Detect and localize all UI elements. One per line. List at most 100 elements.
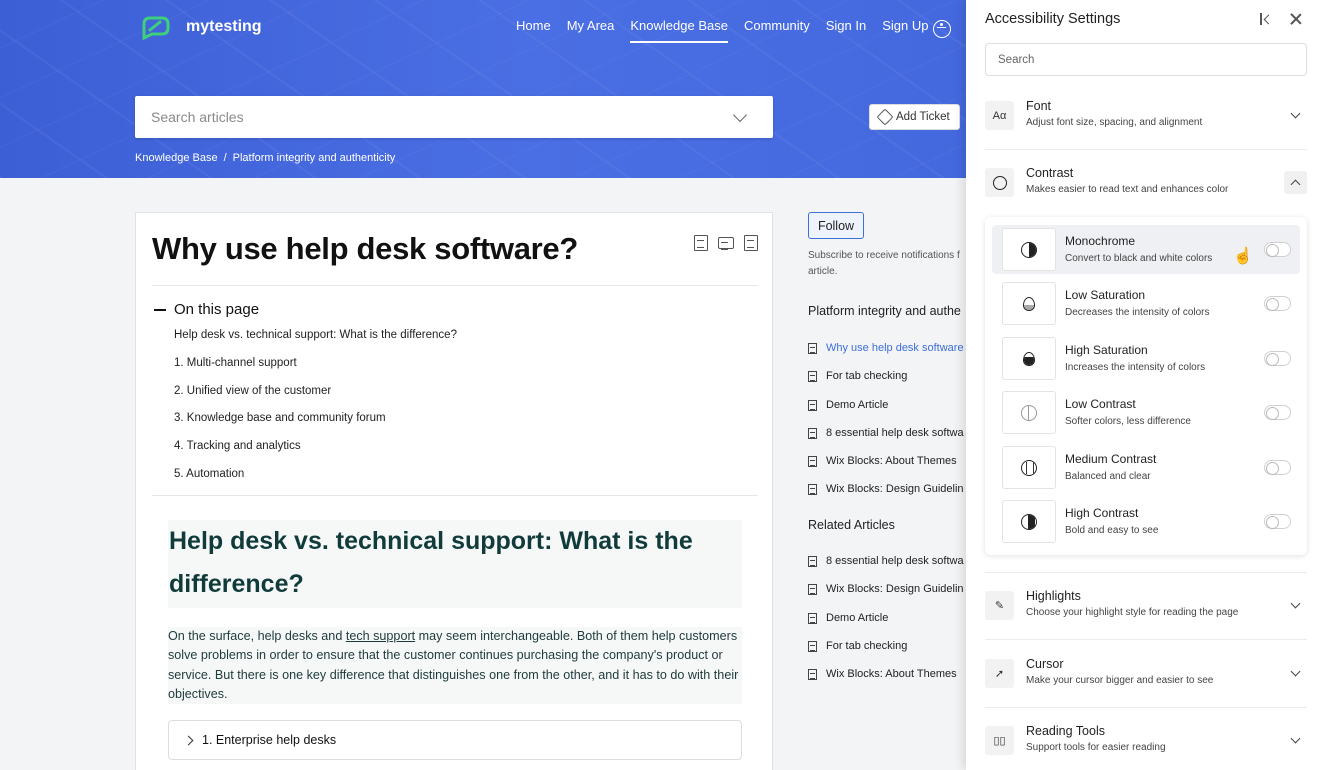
- breadcrumb-knowledge-base[interactable]: Knowledge Base: [135, 152, 218, 164]
- site-logo[interactable]: mytesting: [138, 10, 262, 44]
- category-article-item[interactable]: Why use help desk software: [808, 342, 964, 370]
- font-section[interactable]: Aα Font Adjust font size, spacing, and a…: [985, 99, 1307, 133]
- related-article-item[interactable]: Demo Article: [808, 612, 964, 640]
- print-icon[interactable]: [718, 237, 734, 250]
- document-icon: [808, 371, 817, 383]
- breadcrumb-category[interactable]: Platform integrity and authenticity: [233, 152, 396, 164]
- reading-tools-section[interactable]: ▯▯ Reading Tools Support tools for easie…: [985, 724, 1307, 758]
- collapse-icon: [154, 308, 166, 311]
- toc-heading: On this page: [174, 301, 260, 318]
- accessibility-icon[interactable]: [933, 20, 951, 38]
- section-heading: Help desk vs. technical support: What is…: [169, 527, 693, 598]
- section-title: Font: [1026, 99, 1052, 113]
- main-nav: Home My Area Knowledge Base Community Si…: [516, 18, 944, 43]
- nav-home[interactable]: Home: [516, 18, 551, 43]
- accordion-enterprise-help-desks[interactable]: 1. Enterprise help desks: [168, 720, 742, 760]
- nav-sign-up[interactable]: Sign Up: [882, 18, 928, 43]
- article-link: Why use help desk software: [826, 342, 964, 354]
- related-heading: Related Articles: [808, 518, 895, 532]
- pdf-export-icon[interactable]: [694, 235, 708, 251]
- cursor-section[interactable]: ➚ Cursor Make your cursor bigger and eas…: [985, 657, 1307, 691]
- toc-item[interactable]: 1. Multi-channel support: [174, 357, 457, 385]
- highlights-section[interactable]: ✎ Highlights Choose your highlight style…: [985, 589, 1307, 623]
- document-icon: [808, 343, 817, 354]
- search-input[interactable]: [151, 109, 735, 125]
- toc-item[interactable]: 4. Tracking and analytics: [174, 440, 457, 468]
- related-article-item[interactable]: Wix Blocks: About Themes: [808, 668, 964, 696]
- nav-sign-in[interactable]: Sign In: [826, 18, 866, 43]
- circle-icon: [1021, 459, 1037, 476]
- category-article-item[interactable]: Demo Article: [808, 399, 964, 427]
- toc-item[interactable]: 5. Automation: [174, 468, 457, 496]
- collapse-panel-icon[interactable]: [1260, 12, 1274, 26]
- option-title: Low Saturation: [1065, 288, 1146, 302]
- circle-icon: [1021, 513, 1037, 530]
- document-icon: [808, 556, 817, 567]
- option-low-saturation[interactable]: Low Saturation Decreases the intensity o…: [992, 279, 1300, 328]
- chevron-down-icon[interactable]: [732, 107, 748, 122]
- category-article-item[interactable]: For tab checking: [808, 370, 964, 398]
- option-high-contrast[interactable]: High Contrast Bold and easy to see: [992, 497, 1300, 546]
- nav-my-area[interactable]: My Area: [567, 18, 615, 43]
- category-article-item[interactable]: Wix Blocks: About Themes: [808, 455, 964, 483]
- tech-support-link[interactable]: tech support: [346, 629, 415, 643]
- toc-item[interactable]: 2. Unified view of the customer: [174, 385, 457, 413]
- toc-item[interactable]: Help desk vs. technical support: What is…: [174, 329, 457, 357]
- breadcrumb-separator: /: [223, 152, 227, 164]
- chevron-down-icon[interactable]: [1290, 108, 1301, 119]
- monochrome-toggle[interactable]: [1264, 242, 1291, 257]
- document-icon: [808, 399, 817, 411]
- document-icon[interactable]: [744, 235, 758, 251]
- option-desc: Balanced and clear: [1065, 471, 1151, 482]
- toc-item[interactable]: 3. Knowledge base and community forum: [174, 412, 457, 440]
- nav-knowledge-base[interactable]: Knowledge Base: [630, 18, 728, 43]
- low-contrast-toggle[interactable]: [1264, 405, 1291, 420]
- cursor-icon: ➚: [985, 659, 1014, 688]
- section-desc: Adjust font size, spacing, and alignment: [1026, 117, 1203, 128]
- option-monochrome[interactable]: Monochrome Convert to black and white co…: [992, 225, 1300, 274]
- category-article-item[interactable]: 8 essential help desk softwa: [808, 427, 964, 455]
- nav-community[interactable]: Community: [744, 18, 810, 43]
- add-ticket-button[interactable]: Add Ticket: [869, 104, 960, 130]
- related-article-item[interactable]: 8 essential help desk softwa: [808, 555, 964, 583]
- high-saturation-toggle[interactable]: [1264, 351, 1291, 366]
- document-icon: [808, 484, 817, 496]
- chevron-down-icon[interactable]: [1290, 733, 1301, 744]
- section-heading-block: Help desk vs. technical support: What is…: [168, 520, 742, 608]
- chevron-down-icon[interactable]: [1290, 666, 1301, 677]
- chevron-down-icon[interactable]: [1290, 598, 1301, 609]
- medium-contrast-toggle[interactable]: [1264, 460, 1291, 475]
- option-low-contrast[interactable]: Low Contrast Softer colors, less differe…: [992, 388, 1300, 437]
- section-title: Highlights: [1026, 589, 1081, 603]
- follow-button[interactable]: Follow: [808, 212, 864, 239]
- close-icon[interactable]: [1288, 11, 1304, 27]
- high-contrast-toggle[interactable]: [1264, 514, 1291, 529]
- logo-text: mytesting: [186, 18, 262, 35]
- contrast-options: Monochrome Convert to black and white co…: [985, 217, 1307, 555]
- category-heading: Platform integrity and authe: [808, 304, 961, 318]
- settings-search-input[interactable]: [985, 43, 1307, 76]
- option-title: High Contrast: [1065, 506, 1139, 520]
- monochrome-icon: [1002, 228, 1056, 271]
- low-saturation-toggle[interactable]: [1264, 296, 1291, 311]
- panel-title: Accessibility Settings: [985, 11, 1121, 27]
- toc-toggle[interactable]: On this page: [154, 301, 259, 318]
- contrast-section[interactable]: Contrast Makes easier to read text and e…: [985, 166, 1307, 200]
- divider: [985, 149, 1307, 150]
- divider: [985, 707, 1307, 708]
- article-link: Demo Article: [826, 611, 889, 624]
- accordion-label: 1. Enterprise help desks: [202, 733, 337, 747]
- divider: [985, 572, 1307, 573]
- article-link: Wix Blocks: About Themes: [826, 455, 957, 468]
- option-title: Monochrome: [1065, 234, 1136, 248]
- related-article-item[interactable]: Wix Blocks: Design Guidelin: [808, 583, 964, 611]
- category-articles: Why use help desk software For tab check…: [808, 342, 964, 512]
- chevron-up-icon[interactable]: [1284, 171, 1307, 194]
- category-article-item[interactable]: Wix Blocks: Design Guidelin: [808, 483, 964, 511]
- subscribe-text: Subscribe to receive notifications f art…: [808, 248, 968, 280]
- article-search: [135, 96, 773, 138]
- related-article-item[interactable]: For tab checking: [808, 640, 964, 668]
- article-link: Wix Blocks: Design Guidelin: [826, 583, 964, 596]
- option-medium-contrast[interactable]: Medium Contrast Balanced and clear: [992, 443, 1300, 492]
- option-high-saturation[interactable]: High Saturation Increases the intensity …: [992, 334, 1300, 383]
